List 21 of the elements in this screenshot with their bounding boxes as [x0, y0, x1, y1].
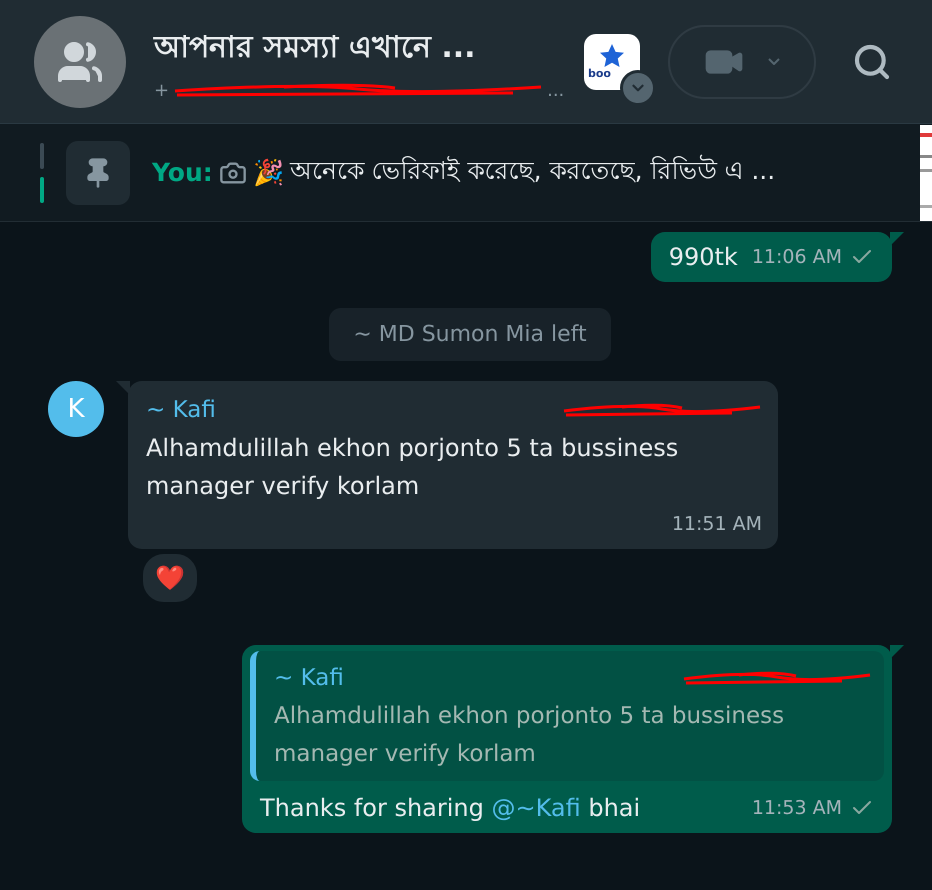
sender-name: ~ Kafi — [146, 396, 216, 425]
reaction-emoji[interactable]: ❤ — [140, 551, 200, 605]
contact-avatar: K — [48, 381, 104, 437]
message-text: Thanks for sharing @~Kafi bhai — [260, 793, 640, 824]
message-time: 11:51 AM — [672, 512, 762, 537]
message-time: 11:53 AM — [752, 796, 842, 821]
quoted-text: Alhamdulillah ekhon porjonto 5 ta bussiness manager verify korlam — [274, 702, 786, 769]
chat-title: আপনার সমস্যা এখানে ... — [154, 28, 477, 66]
app-icon[interactable]: boo — [584, 34, 640, 90]
pin-icon[interactable] — [66, 140, 130, 204]
quoted-message[interactable]: ~ Kafi Alhamdulillah ekhon porjonto 5 ta bussiness manager verify korlam — [250, 651, 884, 781]
system-message: ~ MD Sumon Mia left — [329, 308, 611, 361]
message-text: Alhamdulillah ekhon porjonto 5 ta bussiness manager verify korlam — [146, 433, 680, 502]
participants-list: ... — [547, 80, 564, 100]
message-text: 990tk — [668, 242, 738, 273]
participants-list: + — [154, 80, 170, 100]
chevron-down-icon — [768, 58, 780, 65]
message-time: 11:06 AM — [752, 245, 842, 270]
star-icon — [600, 44, 624, 66]
sender-name: ~ Kafi — [274, 664, 344, 693]
video-call-button[interactable] — [668, 24, 816, 98]
